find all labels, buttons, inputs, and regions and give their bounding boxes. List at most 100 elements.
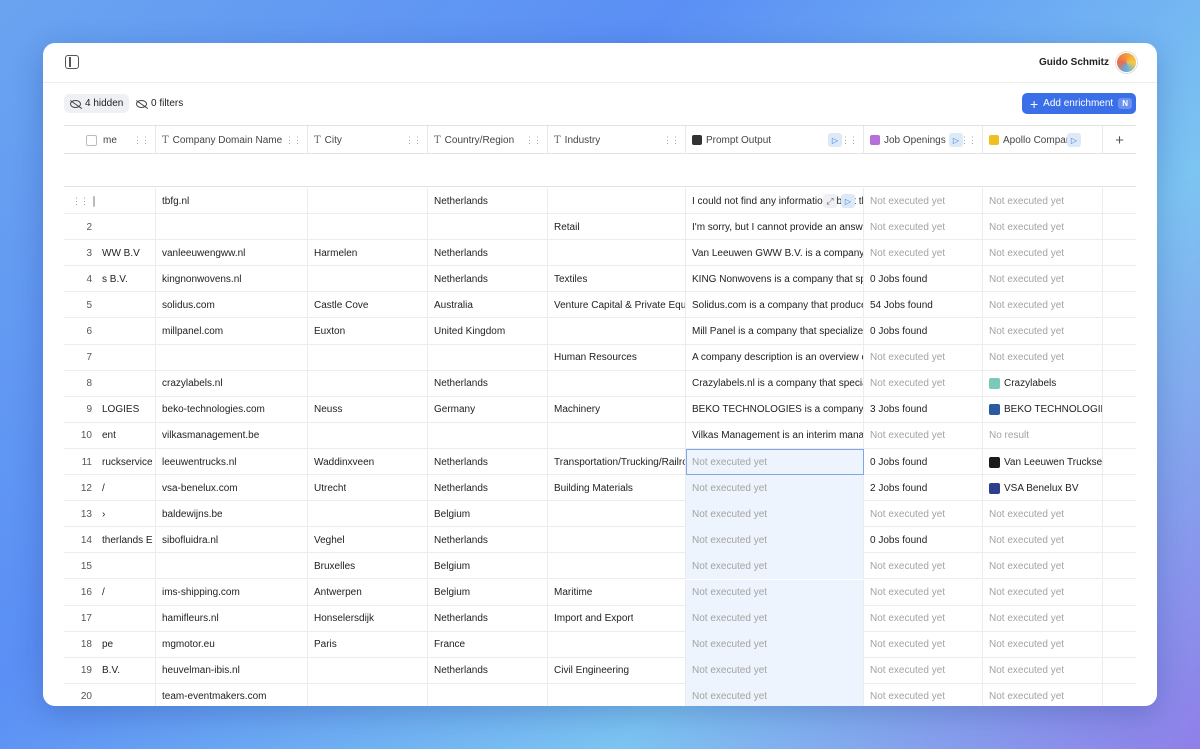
city-cell[interactable]: Harmelen [308, 240, 428, 267]
domain-cell[interactable] [156, 344, 308, 371]
apollo-cell[interactable]: Not executed yet [983, 501, 1103, 528]
industry-cell[interactable]: Transportation/Trucking/Railroad [548, 449, 686, 475]
header-name[interactable]: me ⋮⋮ [64, 126, 156, 154]
prompt-cell[interactable]: Vilkas Management is an interim manager [686, 422, 864, 449]
domain-cell[interactable]: leeuwentrucks.nl [156, 449, 308, 475]
num-cell[interactable]: 16 [64, 580, 96, 606]
prompt-cell[interactable]: A company description is an overview or [686, 344, 864, 371]
industry-cell[interactable] [548, 553, 686, 580]
city-cell[interactable]: Neuss [308, 396, 428, 423]
domain-cell[interactable]: vsa-benelux.com [156, 475, 308, 502]
drag-handle-icon[interactable]: ⋮⋮ [960, 135, 977, 146]
header-prompt[interactable]: Prompt Output ▷ ⋮⋮ [686, 126, 864, 154]
apollo-cell[interactable]: Not executed yet [983, 318, 1103, 345]
empty-cell[interactable] [1103, 632, 1136, 658]
domain-cell[interactable]: crazylabels.nl [156, 370, 308, 397]
name-cell[interactable] [96, 553, 156, 580]
city-cell[interactable]: Antwerpen [308, 579, 428, 606]
empty-cell[interactable] [1103, 449, 1136, 475]
city-cell[interactable]: Utrecht [308, 475, 428, 502]
num-cell[interactable]: 9 [64, 397, 96, 423]
prompt-cell[interactable]: Not executed yet [686, 475, 864, 502]
apollo-cell[interactable]: Not executed yet [983, 657, 1103, 684]
name-cell[interactable] [96, 683, 156, 706]
prompt-cell[interactable]: Not executed yet [686, 605, 864, 632]
drag-handle-icon[interactable]: ⋮⋮ [841, 135, 858, 146]
city-cell[interactable]: Euxton [308, 318, 428, 345]
empty-cell[interactable] [1103, 606, 1136, 632]
name-cell[interactable] [96, 370, 156, 397]
industry-cell[interactable] [548, 318, 686, 345]
industry-cell[interactable]: Maritime [548, 579, 686, 606]
num-cell[interactable]: 3 [64, 240, 96, 266]
domain-cell[interactable] [156, 553, 308, 580]
apollo-cell[interactable]: Not executed yet [983, 605, 1103, 632]
empty-cell[interactable] [1103, 423, 1136, 449]
prompt-cell[interactable]: Not executed yet [686, 501, 864, 528]
domain-cell[interactable]: heuvelman-ibis.nl [156, 657, 308, 684]
drag-handle-icon[interactable]: ⋮⋮ [405, 135, 422, 146]
country-cell[interactable]: Netherlands [428, 527, 548, 554]
apollo-cell[interactable]: Van Leeuwen Truckservice [983, 449, 1103, 475]
add-enrichment-button[interactable]: + Add enrichment N [1021, 93, 1136, 114]
apollo-cell[interactable]: Not executed yet [983, 631, 1103, 658]
apollo-cell[interactable]: Not executed yet [983, 214, 1103, 241]
filters-button[interactable]: 0 filters [132, 94, 187, 113]
name-cell[interactable]: › [96, 501, 156, 528]
apollo-cell[interactable]: Not executed yet [983, 188, 1103, 214]
empty-cell[interactable] [1103, 240, 1136, 266]
country-cell[interactable] [428, 214, 548, 241]
city-cell[interactable] [308, 344, 428, 371]
city-cell[interactable] [308, 683, 428, 706]
num-cell[interactable]: 13 [64, 501, 96, 527]
empty-cell[interactable] [1103, 292, 1136, 318]
sidebar-toggle-icon[interactable] [65, 55, 79, 69]
industry-cell[interactable]: Venture Capital & Private Equity [548, 292, 686, 319]
industry-cell[interactable] [548, 188, 686, 214]
num-cell[interactable]: 4 [64, 266, 96, 292]
add-column-button[interactable]: + [1103, 126, 1136, 154]
country-cell[interactable]: Netherlands [428, 657, 548, 684]
jobs-cell[interactable]: Not executed yet [864, 344, 983, 371]
name-cell[interactable] [96, 318, 156, 345]
industry-cell[interactable]: Machinery [548, 396, 686, 423]
jobs-cell[interactable]: 0 Jobs found [864, 449, 983, 475]
city-cell[interactable]: Honselersdijk [308, 605, 428, 632]
domain-cell[interactable]: team-eventmakers.com [156, 683, 308, 706]
domain-cell[interactable]: hamifleurs.nl [156, 605, 308, 632]
domain-cell[interactable]: ims-shipping.com [156, 579, 308, 606]
name-cell[interactable]: / [96, 475, 156, 502]
num-cell[interactable]: 5 [64, 292, 96, 318]
empty-cell[interactable] [1103, 475, 1136, 501]
table-row[interactable]: 19 B.V. heuvelman-ibis.nl Netherlands Civil … [64, 657, 1136, 684]
city-cell[interactable] [308, 370, 428, 397]
empty-cell[interactable] [1103, 188, 1136, 214]
prompt-cell[interactable]: Not executed yet [686, 657, 864, 684]
domain-cell[interactable]: millpanel.com [156, 318, 308, 345]
table-row[interactable]: 7 Human Resources A company description is… [64, 344, 1136, 371]
industry-cell[interactable]: Textiles [548, 266, 686, 293]
country-cell[interactable]: Netherlands [428, 449, 548, 475]
jobs-cell[interactable]: Not executed yet [864, 501, 983, 528]
header-domain[interactable]: T Company Domain Name ⋮⋮ [156, 126, 308, 154]
city-cell[interactable] [308, 422, 428, 449]
city-cell[interactable] [308, 501, 428, 528]
apollo-cell[interactable]: BEKO TECHNOLOGIES [983, 396, 1103, 423]
num-cell[interactable]: 10 [64, 423, 96, 449]
table-row[interactable]: 12 / vsa-benelux.com Utrecht Netherlands Buil… [64, 475, 1136, 502]
city-cell[interactable]: Paris [308, 631, 428, 658]
table-row[interactable]: 18 pe mgmotor.eu Paris France Not executed ye… [64, 631, 1136, 658]
empty-cell[interactable] [1103, 397, 1136, 423]
jobs-cell[interactable]: Not executed yet [864, 657, 983, 684]
jobs-cell[interactable]: Not executed yet [864, 370, 983, 397]
domain-cell[interactable]: solidus.com [156, 292, 308, 319]
num-cell[interactable]: 12 [64, 475, 96, 501]
row-checkbox[interactable] [93, 195, 95, 207]
empty-cell[interactable] [1103, 580, 1136, 606]
country-cell[interactable] [428, 344, 548, 371]
empty-cell[interactable] [1103, 684, 1136, 706]
num-cell[interactable]: 7 [64, 345, 96, 371]
name-cell[interactable]: s B.V. [96, 266, 156, 293]
jobs-cell[interactable]: 0 Jobs found [864, 318, 983, 345]
industry-cell[interactable]: Civil Engineering [548, 657, 686, 684]
